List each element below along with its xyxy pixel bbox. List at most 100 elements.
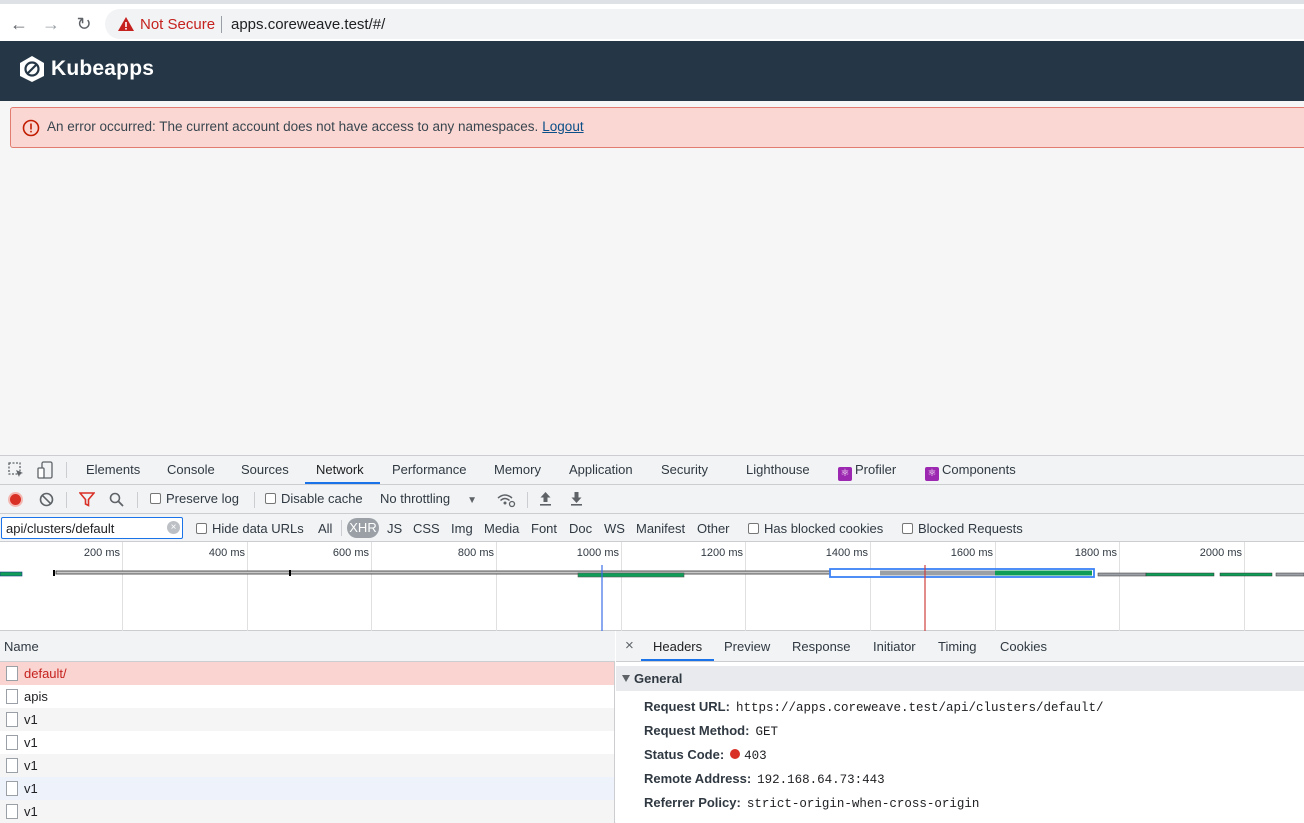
tab-application[interactable]: Application: [569, 462, 633, 477]
blocked-requests-checkbox[interactable]: Blocked Requests: [902, 521, 1023, 536]
header-value: GET: [755, 725, 778, 739]
request-name: v1: [24, 804, 38, 819]
app-name[interactable]: Kubeapps: [51, 57, 154, 81]
checkbox-box: [150, 493, 161, 504]
record-icon[interactable]: [8, 492, 23, 507]
request-row[interactable]: v1: [0, 800, 614, 823]
disable-cache-checkbox[interactable]: Disable cache: [265, 491, 363, 506]
tab-network[interactable]: Network: [316, 462, 364, 477]
clear-filter-icon[interactable]: ×: [167, 521, 180, 534]
toolbar-divider: [66, 492, 67, 508]
type-filter-font[interactable]: Font: [531, 521, 557, 536]
type-filter-xhr[interactable]: XHR: [347, 518, 379, 538]
request-name: default/: [24, 666, 67, 681]
forward-icon[interactable]: →: [39, 12, 63, 36]
request-row[interactable]: v1: [0, 754, 614, 777]
type-filter-js[interactable]: JS: [387, 521, 402, 536]
throttling-select[interactable]: No throttling▼: [380, 491, 477, 506]
request-row[interactable]: v1: [0, 777, 614, 800]
type-filter-doc[interactable]: Doc: [569, 521, 592, 536]
tab-initiator[interactable]: Initiator: [873, 639, 916, 654]
error-alert: An error occurred: The current account d…: [10, 107, 1304, 148]
file-icon: [6, 666, 18, 681]
tab-timing[interactable]: Timing: [938, 639, 977, 654]
not-secure-label[interactable]: Not Secure: [140, 16, 215, 33]
header-value: https://apps.coreweave.test/api/clusters…: [736, 701, 1104, 715]
tab-cookies[interactable]: Cookies: [1000, 639, 1047, 654]
header-row-request-method: Request Method:GET: [644, 723, 778, 739]
tab-response[interactable]: Response: [792, 639, 851, 654]
address-bar[interactable]: Not Secure apps.coreweave.test/#/: [105, 9, 1304, 39]
request-list-header: Name: [0, 631, 615, 662]
tab-performance[interactable]: Performance: [392, 462, 466, 477]
device-toolbar-icon[interactable]: [37, 461, 54, 480]
inspect-element-icon[interactable]: [8, 462, 25, 479]
type-filter-media[interactable]: Media: [484, 521, 519, 536]
request-row[interactable]: default/: [0, 662, 614, 685]
type-filter-other[interactable]: Other: [697, 521, 730, 536]
filter-icon[interactable]: [79, 492, 95, 507]
browser-toolbar: ← → ↻ Not Secure apps.coreweave.test/#/: [0, 0, 1304, 41]
tab-profiler[interactable]: ⚛Profiler: [838, 462, 896, 481]
header-row-request-url: Request URL:https://apps.coreweave.test/…: [644, 699, 1104, 715]
request-row[interactable]: v1: [0, 731, 614, 754]
file-icon: [6, 712, 18, 727]
preserve-log-checkbox[interactable]: Preserve log: [150, 491, 239, 506]
tab-sources[interactable]: Sources: [241, 462, 289, 477]
type-filter-all[interactable]: All: [318, 521, 332, 536]
hide-data-urls-checkbox[interactable]: Hide data URLs: [196, 521, 304, 536]
network-conditions-icon[interactable]: [496, 492, 516, 508]
filter-divider: [341, 520, 342, 536]
type-filter-css[interactable]: CSS: [413, 521, 440, 536]
devtools-tabbar: Elements Console Sources Network Perform…: [0, 456, 1304, 485]
header-value: strict-origin-when-cross-origin: [747, 797, 980, 811]
throttling-value: No throttling: [380, 491, 450, 506]
general-section-header[interactable]: General: [616, 666, 1304, 691]
file-icon: [6, 804, 18, 819]
file-icon: [6, 689, 18, 704]
request-name: apis: [24, 689, 48, 704]
tab-lighthouse[interactable]: Lighthouse: [746, 462, 810, 477]
file-icon: [6, 781, 18, 796]
type-filter-ws[interactable]: WS: [604, 521, 625, 536]
column-header-name[interactable]: Name: [4, 639, 39, 654]
request-row[interactable]: apis: [0, 685, 614, 708]
tab-components[interactable]: ⚛Components: [925, 462, 1016, 481]
tab-preview[interactable]: Preview: [724, 639, 770, 654]
app-header: Kubeapps: [0, 41, 1304, 101]
has-blocked-cookies-checkbox[interactable]: Has blocked cookies: [748, 521, 883, 536]
header-row-remote-address: Remote Address:192.168.64.73:443: [644, 771, 885, 787]
error-status-dot-icon: [730, 749, 740, 759]
search-icon[interactable]: [109, 492, 124, 507]
export-har-icon[interactable]: [570, 491, 583, 507]
details-tabbar: × Headers Preview Response Initiator Tim…: [616, 631, 1304, 662]
network-overview-timeline[interactable]: 200 ms 400 ms 600 ms 800 ms 1000 ms 1200…: [0, 542, 1304, 631]
request-row[interactable]: v1: [0, 708, 614, 731]
request-name: v1: [24, 735, 38, 750]
logout-link[interactable]: Logout: [542, 119, 583, 134]
url-text[interactable]: apps.coreweave.test/#/: [231, 16, 385, 33]
tab-console[interactable]: Console: [167, 462, 215, 477]
back-icon[interactable]: ←: [7, 12, 31, 36]
general-section-title: General: [634, 671, 682, 686]
tab-security[interactable]: Security: [661, 462, 708, 477]
tab-memory[interactable]: Memory: [494, 462, 541, 477]
tab-components-label: Components: [942, 462, 1016, 477]
import-har-icon[interactable]: [539, 491, 552, 507]
request-details-pane: × Headers Preview Response Initiator Tim…: [616, 631, 1304, 823]
filter-input[interactable]: [1, 517, 183, 539]
close-icon[interactable]: ×: [625, 637, 634, 654]
tab-headers[interactable]: Headers: [653, 639, 702, 654]
timeline-bars: [0, 542, 1304, 631]
filter-bar: × Hide data URLs All XHR JS CSS Img Medi…: [0, 514, 1304, 542]
reload-icon[interactable]: ↻: [72, 12, 96, 36]
kubeapps-logo-icon[interactable]: [19, 55, 45, 83]
request-list: Name default/ apis v1 v1 v1 v1 v1: [0, 631, 615, 823]
type-filter-manifest[interactable]: Manifest: [636, 521, 685, 536]
tab-elements[interactable]: Elements: [86, 462, 140, 477]
request-name: v1: [24, 712, 38, 727]
type-filter-img[interactable]: Img: [451, 521, 473, 536]
header-key: Referrer Policy:: [644, 795, 741, 810]
clear-icon[interactable]: [39, 492, 54, 507]
react-icon: ⚛: [838, 467, 852, 481]
